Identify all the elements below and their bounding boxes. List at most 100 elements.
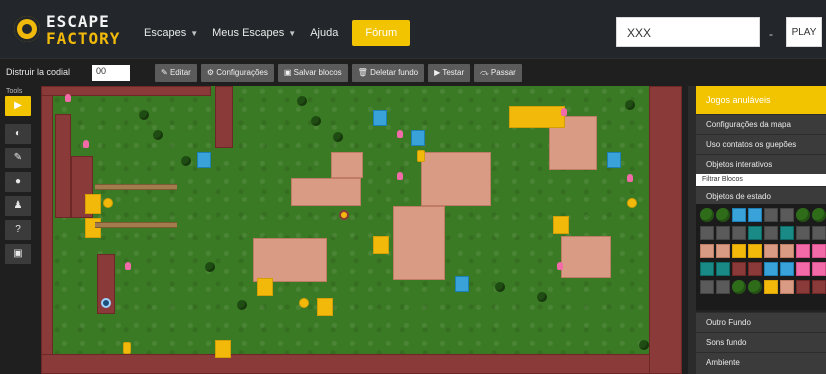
palette-wall-tile[interactable] [748,262,762,276]
gold-block [85,218,101,238]
candle-icon [397,172,403,180]
sidebar-scrollbar[interactable] [688,86,696,374]
nav-forum-button[interactable]: Fórum [352,20,411,46]
blue-block [607,152,621,168]
delete-background-button[interactable]: 🗑 Deletar fundo [351,64,425,82]
key-icon [123,342,131,354]
palette-gold-block[interactable] [764,280,778,294]
sidebar-row-sounds[interactable]: Sons fundo [696,332,826,352]
palette-gold-block[interactable] [748,244,762,258]
palette-stone-icon[interactable] [732,226,746,240]
nav-escapes[interactable]: Escapes ▼ [144,27,198,39]
nav-escapes-label: Escapes [144,27,187,39]
palette-candle-icon[interactable] [796,262,810,276]
palette-rock-icon[interactable] [780,208,794,222]
palette-rock-icon[interactable] [764,208,778,222]
palette-tree-icon[interactable] [748,280,762,294]
palette-candle-icon[interactable] [812,244,826,258]
palette-stone-icon[interactable] [716,226,730,240]
test-button[interactable]: ▶ Testar [428,64,471,82]
palette-stone-icon[interactable] [700,280,714,294]
nav-meus-escapes[interactable]: Meus Escapes ▼ [212,27,296,39]
gold-block [373,236,389,254]
palette-floor-tile[interactable] [764,244,778,258]
tools-sidebar: Tools ▶ ◐ ✎ ● ♟ ? ▣ [0,86,36,374]
pass-button[interactable]: ⤼ Passar [474,64,522,82]
logo-text-line-2: FACTORY [46,29,121,48]
skip-icon: ⤼ [480,68,489,77]
sidebar-row-state-objects[interactable]: Objetos de estado [696,186,826,206]
pass-button-label: Passar [490,68,516,77]
marker-tool[interactable]: ● [5,172,31,192]
search-input[interactable]: XXX [616,17,760,47]
gold-block [553,216,569,234]
block-filter-input[interactable]: Filtrar Blocos [696,174,826,186]
main-nav: Escapes ▼ Meus Escapes ▼ Ajuda Fórum [144,20,411,46]
palette-tree-icon[interactable] [812,208,826,222]
nav-ajuda[interactable]: Ajuda [310,27,338,39]
sidebar-row-interactive-objects[interactable]: Objetos interativos [696,154,826,174]
palette-wall-tile[interactable] [812,280,826,294]
palette-candle-icon[interactable] [812,262,826,276]
edit-button[interactable]: ✎ Editar [155,64,197,82]
delete-background-button-label: Deletar fundo [370,68,419,77]
palette-wall-tile[interactable] [796,280,810,294]
palette-tree-icon[interactable] [716,208,730,222]
palette-tree-icon[interactable] [732,280,746,294]
sidebar-row-background[interactable]: Outro Fundo [696,312,826,332]
save-blocks-button[interactable]: ▣ Salvar blocos [277,64,348,82]
edit-icon: ✎ [161,68,168,77]
tree-icon [625,100,635,110]
save-tool[interactable]: ▣ [5,244,31,264]
edit-tool[interactable]: ✎ [5,148,31,168]
sidebar-row-map-settings[interactable]: Configurações da mapa [696,114,826,134]
floor-tile [421,152,491,206]
gold-block [257,278,273,296]
settings-button-label: Configurações [216,68,268,77]
blue-block [455,276,469,292]
brand-logo[interactable]: ESCAPE FACTORY [14,10,142,50]
palette-floor-tile[interactable] [780,280,794,294]
person-tool[interactable]: ♟ [5,196,31,216]
palette-teal-block[interactable] [780,226,794,240]
level-map[interactable] [41,86,682,374]
palette-blue-block[interactable] [764,262,778,276]
key-icon [417,150,425,162]
wall-tile [215,86,233,148]
floor-tile [291,178,361,206]
palette-teal-block[interactable] [700,262,714,276]
palette-tree-icon[interactable] [796,208,810,222]
palette-floor-tile[interactable] [700,244,714,258]
palette-blue-block[interactable] [780,262,794,276]
sidebar-row-contacts[interactable]: Uso contatos os guepões [696,134,826,154]
layers-tool[interactable]: ◐ [5,124,31,144]
settings-button[interactable]: ⚙ Configurações [200,64,274,82]
palette-candle-icon[interactable] [796,244,810,258]
palette-floor-tile[interactable] [716,244,730,258]
palette-blue-block[interactable] [748,208,762,222]
palette-gold-block[interactable] [732,244,746,258]
palette-wall-tile[interactable] [732,262,746,276]
palette-stone-icon[interactable] [812,226,826,240]
candle-icon [125,262,131,270]
palette-stone-icon[interactable] [716,280,730,294]
tools-title: Tools [6,88,23,95]
palette-stone-icon[interactable] [796,226,810,240]
tree-icon [205,262,215,272]
gold-block [317,298,333,316]
sidebar-row-ambient[interactable]: Ambiente [696,352,826,374]
toolbar-input[interactable]: 00 [92,65,130,81]
palette-tree-icon[interactable] [700,208,714,222]
help-tool[interactable]: ? [5,220,31,240]
palette-floor-tile[interactable] [780,244,794,258]
palette-blue-block[interactable] [732,208,746,222]
palette-teal-block[interactable] [748,226,762,240]
search-input-value: XXX [627,26,652,40]
editor-toolbar: Distruir la codial 00 ✎ Editar ⚙ Configu… [0,58,826,87]
palette-stone-icon[interactable] [764,226,778,240]
wall-tile [41,354,682,374]
play-button[interactable]: PLAY [786,17,822,47]
palette-teal-block[interactable] [716,262,730,276]
palette-stone-icon[interactable] [700,226,714,240]
pointer-tool[interactable]: ▶ [5,96,31,116]
